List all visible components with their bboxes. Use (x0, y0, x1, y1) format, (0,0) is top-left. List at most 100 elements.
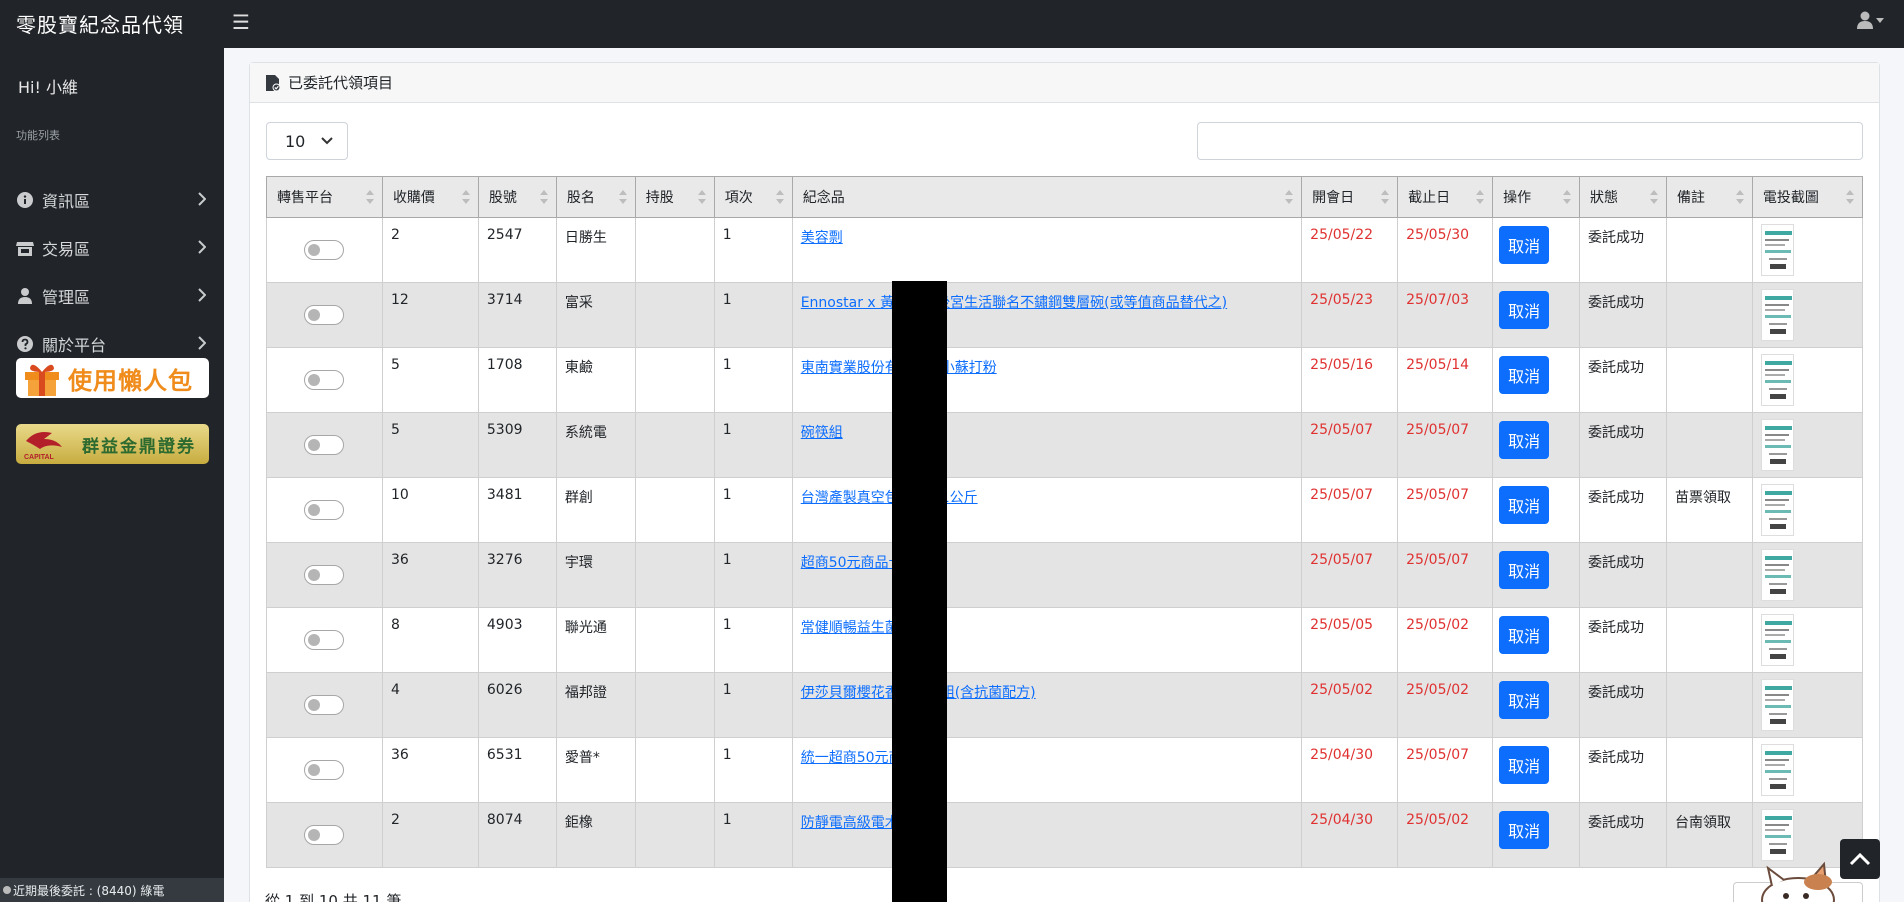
action-cell: 取消 (1492, 217, 1581, 283)
vote-screenshot-thumbnail[interactable] (1760, 549, 1794, 601)
resale-toggle-cell (266, 802, 383, 868)
holding-cell (634, 737, 715, 803)
chevron-right-icon (198, 239, 207, 258)
vote-screenshot-thumbnail[interactable] (1760, 679, 1794, 731)
price-cell: 4 (381, 672, 479, 738)
resale-toggle[interactable] (304, 760, 345, 780)
code-cell: 2547 (477, 217, 557, 283)
status-cell: 委託成功 (1579, 542, 1667, 608)
page-length-select[interactable]: 10 (266, 122, 348, 160)
col-header-code[interactable]: 股號 (477, 176, 557, 218)
table-row: 36 3276 宇環 1 超商50元商品卡 25/05/07 25/05/07 取消 委託成功 (266, 542, 1864, 608)
meeting-date-cell: 25/05/02 (1301, 672, 1399, 738)
holding-cell (634, 672, 715, 738)
holding-cell (634, 607, 715, 673)
sidebar-item-label: 管理區 (42, 288, 91, 307)
card-title: 已委託代領項目 (288, 74, 394, 92)
sidebar-item-manage[interactable]: 管理區 (0, 274, 224, 318)
cancel-button[interactable]: 取消 (1499, 226, 1550, 264)
gift-link[interactable]: 超商50元商品卡 (801, 555, 903, 571)
note-cell (1665, 217, 1753, 283)
col-header-note[interactable]: 備註 (1665, 176, 1753, 218)
resale-toggle[interactable] (304, 565, 345, 585)
search-input[interactable] (1197, 122, 1863, 160)
user-menu[interactable] (1857, 11, 1884, 29)
item-cell: 1 (713, 282, 793, 348)
sidebar-item-label: 關於平台 (42, 336, 107, 355)
vote-screenshot-thumbnail[interactable] (1760, 354, 1794, 406)
col-header-price[interactable]: 收購價 (381, 176, 479, 218)
cancel-button[interactable]: 取消 (1499, 681, 1550, 719)
table-row: 51708東鹼 1東南實業股份有限公司小蘇打粉25/05/1625/05/14取消… (266, 347, 1864, 413)
table-row: 5 5309 系統電 1 碗筷組 25/05/07 25/05/07 取消 委託成功 (266, 412, 1864, 478)
vote-screenshot-thumbnail[interactable] (1760, 419, 1794, 471)
item-cell: 1 (713, 607, 793, 673)
cancel-button[interactable]: 取消 (1499, 356, 1550, 394)
sidebar-item-trade[interactable]: 交易區 (0, 226, 224, 270)
screenshot-cell (1751, 347, 1864, 413)
cancel-button[interactable]: 取消 (1499, 551, 1550, 589)
resale-toggle[interactable] (304, 500, 345, 520)
vote-screenshot-thumbnail[interactable] (1760, 289, 1794, 341)
resale-toggle[interactable] (304, 240, 345, 260)
meeting-date-cell: 25/05/16 (1301, 347, 1399, 413)
status-cell: 委託成功 (1579, 802, 1667, 868)
price-cell: 5 (381, 347, 479, 413)
col-header-resale[interactable]: 轉售平台 (266, 176, 383, 218)
question-circle-icon (16, 335, 34, 353)
price-cell: 10 (381, 477, 479, 543)
gift-link[interactable]: 常健順暢益生菌 (801, 620, 899, 636)
gift-link[interactable]: 碗筷組 (801, 425, 843, 441)
col-header-status[interactable]: 狀態 (1579, 176, 1667, 218)
resale-toggle[interactable] (304, 305, 345, 325)
vote-screenshot-thumbnail[interactable] (1760, 744, 1794, 796)
col-header-screenshot[interactable]: 電投截圖 (1751, 176, 1864, 218)
cancel-button[interactable]: 取消 (1499, 486, 1550, 524)
app-title[interactable]: 零股寶紀念品代領 (16, 9, 184, 38)
menu-toggle-icon[interactable]: ☰ (232, 10, 250, 34)
name-cell: 系統電 (555, 412, 636, 478)
screenshot-cell (1751, 672, 1864, 738)
capital-securities-banner[interactable]: CAPITAL 群益金鼎證券 (16, 424, 209, 464)
status-cell: 委託成功 (1579, 737, 1667, 803)
meeting-date-cell: 25/05/22 (1301, 217, 1399, 283)
col-header-meeting[interactable]: 開會日 (1301, 176, 1399, 218)
col-header-action[interactable]: 操作 (1492, 176, 1581, 218)
cancel-button[interactable]: 取消 (1499, 811, 1550, 849)
resale-toggle[interactable] (304, 695, 345, 715)
resale-toggle[interactable] (304, 435, 345, 455)
cancel-button[interactable]: 取消 (1499, 746, 1550, 784)
gift-link[interactable]: 美容剽 (801, 230, 843, 246)
item-cell: 1 (713, 412, 793, 478)
scroll-to-top-button[interactable] (1840, 839, 1880, 879)
vote-screenshot-thumbnail[interactable] (1760, 614, 1794, 666)
table-body: 2 2547 日勝生 1 美容剽 25/05/22 25/05/30 取消 委託成功 12 3714… (266, 217, 1864, 868)
col-header-gift[interactable]: 紀念品 (791, 176, 1303, 218)
gift-link[interactable]: Ennostar x 黃阿瑪的後宮生活聯名不鏽鋼雙層碗(或等值商品替代之) (801, 295, 1227, 311)
cancel-button[interactable]: 取消 (1499, 291, 1550, 329)
sidebar-item-info[interactable]: 資訊區 (0, 178, 224, 222)
vote-screenshot-thumbnail[interactable] (1760, 224, 1794, 276)
gift-cell: 美容剽 (791, 217, 1303, 283)
col-header-item[interactable]: 項次 (713, 176, 793, 218)
resale-toggle[interactable] (304, 825, 345, 845)
gift-cell: 台灣產製真空包裝白米1公斤 (791, 477, 1303, 543)
col-header-deadline[interactable]: 截止日 (1397, 176, 1494, 218)
resale-toggle[interactable] (304, 630, 345, 650)
name-cell: 福邦證 (555, 672, 636, 738)
col-header-name[interactable]: 股名 (555, 176, 636, 218)
meeting-date-cell: 25/05/23 (1301, 282, 1399, 348)
col-header-holding[interactable]: 持股 (634, 176, 715, 218)
vote-screenshot-thumbnail[interactable] (1760, 484, 1794, 536)
resale-toggle[interactable] (304, 370, 345, 390)
cancel-button[interactable]: 取消 (1499, 616, 1550, 654)
gift-icon (25, 364, 59, 396)
lazy-pack-banner[interactable]: 使用懶人包 (16, 358, 209, 398)
code-cell: 3481 (477, 477, 557, 543)
gift-link[interactable]: 台灣產製真空包裝白米1公斤 (801, 490, 978, 506)
chevron-down-icon (321, 137, 333, 145)
svg-text:CAPITAL: CAPITAL (24, 454, 55, 461)
cancel-button[interactable]: 取消 (1499, 421, 1550, 459)
chevron-right-icon (198, 335, 207, 354)
gift-cell: 常健順暢益生菌 (791, 607, 1303, 673)
